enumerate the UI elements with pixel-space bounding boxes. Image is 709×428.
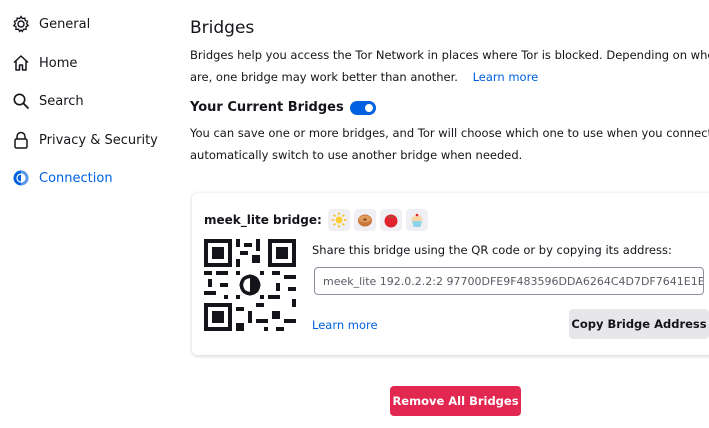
sidebar-item-connection[interactable]: Connection <box>10 164 113 192</box>
qr-code <box>204 239 296 331</box>
current-bridges-description-line1: You can save one or more bridges, and To… <box>190 126 709 140</box>
gear-icon <box>10 13 32 35</box>
sidebar-item-search[interactable]: Search <box>10 87 84 115</box>
sidebar-item-home[interactable]: Home <box>10 49 77 77</box>
sidebar-item-label: Connection <box>39 170 113 186</box>
bridge-card: meek_lite bridge: Share this bridge usin… <box>192 193 709 355</box>
main-content: Bridges Bridges help you access the Tor … <box>190 0 709 428</box>
bagel-icon <box>353 209 376 231</box>
sidebar-item-label: Privacy & Security <box>39 132 158 148</box>
card-learn-more-link[interactable]: Learn more <box>312 318 378 332</box>
bridges-description-text: are, one bridge may work better than ano… <box>190 70 458 84</box>
bridges-description-line1: Bridges help you access the Tor Network … <box>190 48 709 62</box>
lock-icon <box>10 129 32 151</box>
cupcake-icon <box>405 209 428 231</box>
toggle-knob <box>364 103 373 112</box>
sidebar-item-privacy-security[interactable]: Privacy & Security <box>10 126 158 154</box>
current-bridges-title: Your Current Bridges <box>190 100 344 115</box>
search-icon <box>10 90 32 112</box>
sun-icon <box>327 209 350 231</box>
copy-bridge-address-button[interactable]: Copy Bridge Address <box>569 309 709 339</box>
sidebar-item-general[interactable]: General <box>10 10 90 38</box>
sidebar-item-label: Home <box>39 55 78 71</box>
onion-icon <box>10 167 32 189</box>
home-icon <box>10 52 32 74</box>
bridge-title: meek_lite bridge: <box>204 209 428 231</box>
sidebar: General Home Search Privacy & Security C… <box>0 0 170 428</box>
current-bridges-heading: Your Current Bridges <box>190 100 376 115</box>
sidebar-item-label: Search <box>39 93 84 109</box>
learn-more-link[interactable]: Learn more <box>473 70 539 84</box>
bridges-description-line2: are, one bridge may work better than ano… <box>190 66 538 88</box>
share-text: Share this bridge using the QR code or b… <box>312 243 672 257</box>
sidebar-item-label: General <box>39 16 91 32</box>
remove-all-bridges-button[interactable]: Remove All Bridges <box>390 386 521 416</box>
current-bridges-description-line2: automatically switch to use another brid… <box>190 148 523 162</box>
bridge-address-field[interactable]: meek_lite 192.0.2.2:2 97700DFE9F483596DD… <box>314 267 704 295</box>
bridge-label: meek_lite bridge: <box>204 213 322 227</box>
page-title: Bridges <box>190 18 255 38</box>
tomato-icon <box>379 209 402 231</box>
bridges-toggle[interactable] <box>349 100 376 115</box>
